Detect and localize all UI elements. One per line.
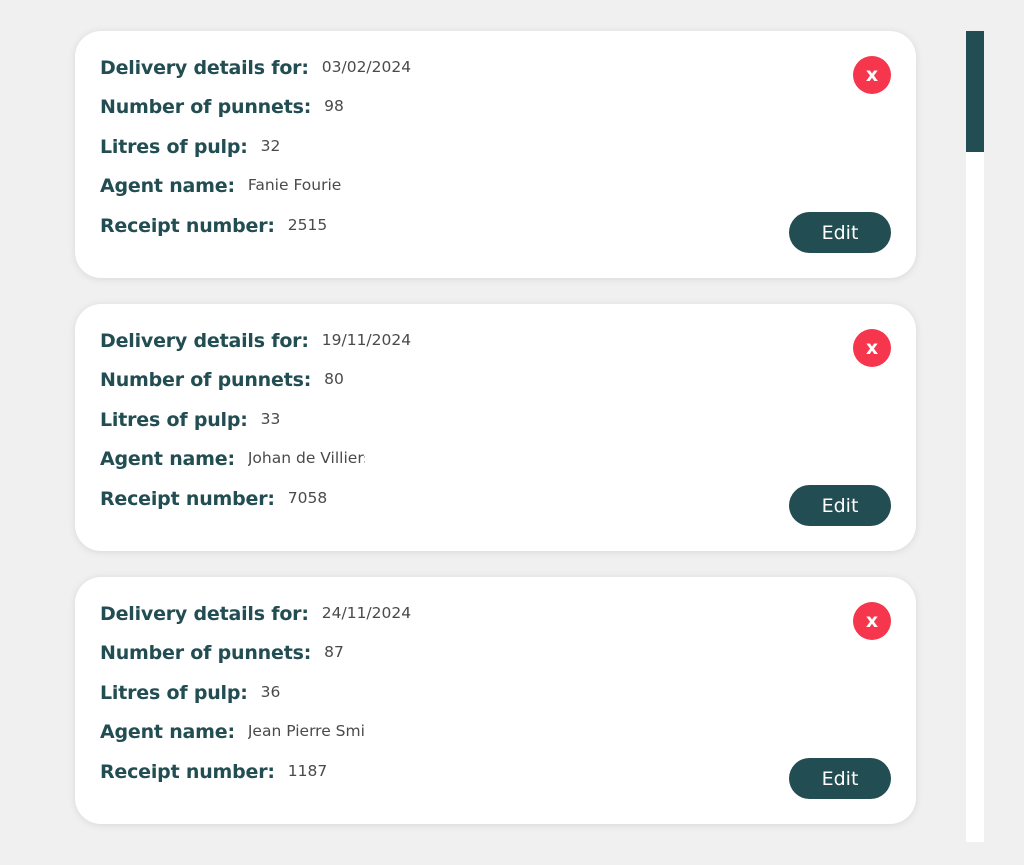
delivery-date-row: Delivery details for: 24/11/2024 xyxy=(100,603,411,629)
delete-button[interactable]: x xyxy=(853,602,891,640)
scrollbar-track[interactable] xyxy=(966,31,984,842)
punnets-value: 80 xyxy=(324,370,344,388)
edit-button[interactable]: Edit xyxy=(789,212,891,253)
close-icon: x xyxy=(865,610,879,632)
delete-button[interactable]: x xyxy=(853,329,891,367)
receipt-label: Receipt number: xyxy=(100,488,275,510)
delivery-date-label: Delivery details for: xyxy=(100,57,309,79)
close-icon: x xyxy=(865,337,879,359)
receipt-value: 1187 xyxy=(287,762,328,780)
receipt-value: 2515 xyxy=(287,216,328,234)
punnets-row: Number of punnets: 87 xyxy=(100,642,344,668)
delivery-date-value: 19/11/2024 xyxy=(321,331,412,349)
punnets-label: Number of punnets: xyxy=(100,642,312,664)
delivery-date-row: Delivery details for: 19/11/2024 xyxy=(100,330,411,356)
delivery-card: Delivery details for: 19/11/2024 Number … xyxy=(75,304,916,551)
pulp-label: Litres of pulp: xyxy=(100,682,248,704)
pulp-value: 32 xyxy=(260,137,281,155)
punnets-label: Number of punnets: xyxy=(100,369,312,391)
agent-value: Johan de Villiers xyxy=(247,449,365,467)
delivery-date-label: Delivery details for: xyxy=(100,603,309,625)
receipt-row: Receipt number: 2515 xyxy=(100,215,327,241)
punnets-row: Number of punnets: 80 xyxy=(100,369,344,395)
delivery-list: Delivery details for: 03/02/2024 Number … xyxy=(75,31,916,850)
punnets-value: 98 xyxy=(324,97,344,115)
delivery-date-label: Delivery details for: xyxy=(100,330,309,352)
delivery-card: Delivery details for: 03/02/2024 Number … xyxy=(75,31,916,278)
punnets-label: Number of punnets: xyxy=(100,96,312,118)
delivery-date-value: 03/02/2024 xyxy=(321,58,412,76)
pulp-row: Litres of pulp: 33 xyxy=(100,409,280,435)
pulp-row: Litres of pulp: 36 xyxy=(100,682,280,708)
scrollbar-thumb[interactable] xyxy=(966,31,984,152)
delivery-card: Delivery details for: 24/11/2024 Number … xyxy=(75,577,916,824)
agent-value: Fanie Fourie xyxy=(247,176,342,194)
punnets-value: 87 xyxy=(324,643,344,661)
pulp-value: 36 xyxy=(260,683,281,701)
pulp-row: Litres of pulp: 32 xyxy=(100,136,280,162)
punnets-row: Number of punnets: 98 xyxy=(100,96,344,122)
receipt-row: Receipt number: 1187 xyxy=(100,761,327,787)
receipt-value: 7058 xyxy=(287,489,328,507)
delivery-date-value: 24/11/2024 xyxy=(321,604,412,622)
pulp-label: Litres of pulp: xyxy=(100,136,248,158)
agent-row: Agent name: Johan de Villiers xyxy=(100,448,365,474)
agent-label: Agent name: xyxy=(100,721,235,743)
agent-value: Jean Pierre Smi xyxy=(247,722,365,740)
pulp-value: 33 xyxy=(260,410,281,428)
agent-row: Agent name: Fanie Fourie xyxy=(100,175,341,201)
edit-button[interactable]: Edit xyxy=(789,758,891,799)
pulp-label: Litres of pulp: xyxy=(100,409,248,431)
agent-label: Agent name: xyxy=(100,175,235,197)
close-icon: x xyxy=(865,64,879,86)
delete-button[interactable]: x xyxy=(853,56,891,94)
agent-label: Agent name: xyxy=(100,448,235,470)
receipt-label: Receipt number: xyxy=(100,761,275,783)
edit-button[interactable]: Edit xyxy=(789,485,891,526)
delivery-date-row: Delivery details for: 03/02/2024 xyxy=(100,57,411,83)
agent-row: Agent name: Jean Pierre Smi xyxy=(100,721,365,747)
receipt-row: Receipt number: 7058 xyxy=(100,488,327,514)
receipt-label: Receipt number: xyxy=(100,215,275,237)
